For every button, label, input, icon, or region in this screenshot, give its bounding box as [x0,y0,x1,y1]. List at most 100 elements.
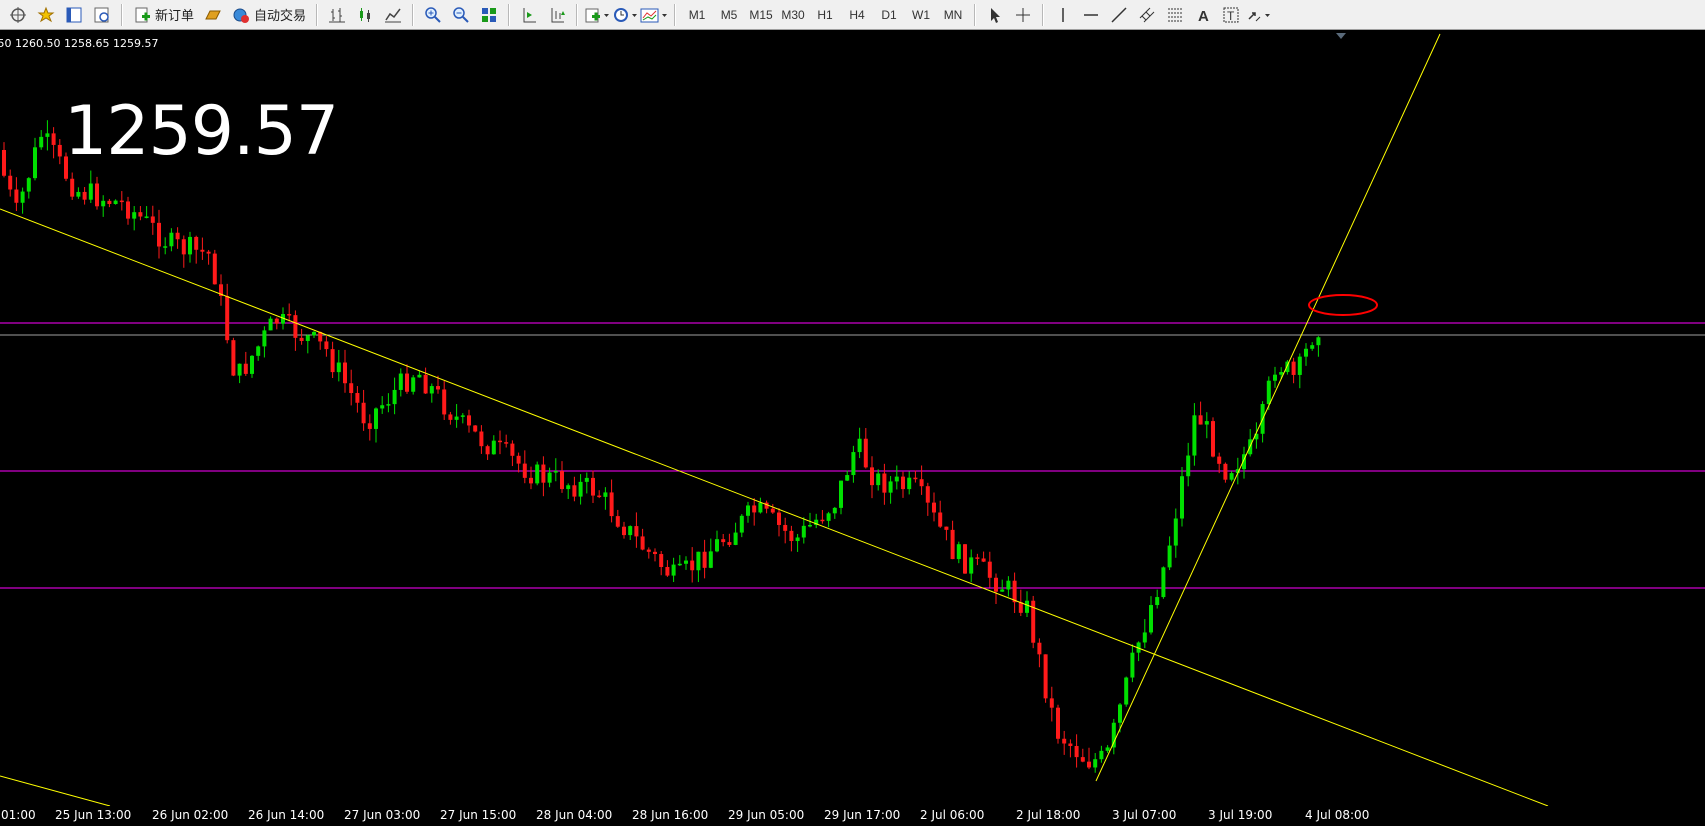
candle-body [33,147,37,179]
current-price-display: 1259.57 [64,92,339,171]
chart-shift-icon[interactable] [516,2,542,28]
candle-body [473,425,478,432]
periods-dropdown-icon[interactable] [612,2,638,28]
text-label-icon[interactable]: T [1218,2,1244,28]
candle-body [646,549,651,552]
candle-body [157,222,161,247]
text-tool-icon[interactable]: A [1190,2,1216,28]
candle-body [119,200,124,203]
candle-body [1198,415,1203,425]
candle-body [82,191,87,200]
new-order-label: 新订单 [155,8,195,23]
timeframe-w1-button[interactable]: W1 [906,2,936,28]
favorites-icon[interactable] [33,2,59,28]
candle-body [1266,380,1271,405]
candlestick-chart-icon[interactable] [352,2,378,28]
candle-body [882,473,887,493]
timeframe-d1-button[interactable]: D1 [874,2,904,28]
candle-body [1291,361,1296,375]
auto-trade-icon [233,8,250,23]
candle-body [386,404,391,406]
candle-body [88,183,93,200]
cursor-icon[interactable] [982,2,1008,28]
candle-body [919,479,924,487]
indicators-dropdown-icon[interactable] [584,2,610,28]
candle-body [1130,652,1135,678]
toolbar-separator [508,3,511,26]
candle-body [498,440,502,443]
market-watch-icon[interactable] [61,2,87,28]
fibonacci-retracement-icon[interactable] [1162,2,1188,28]
tile-windows-icon[interactable] [476,2,502,28]
new-order-button[interactable]: 新订单 [129,2,198,28]
line-chart-icon[interactable] [380,2,406,28]
time-axis-label: 25 Jun 13:00 [55,808,132,822]
zoom-in-icon[interactable] [420,2,446,28]
candle-body [1273,374,1277,381]
candle-body [175,232,180,240]
toolbar-separator [121,3,123,26]
toolbar-separator [576,3,579,26]
trendline-icon[interactable] [1106,2,1132,28]
crosshair-icon[interactable] [1010,2,1036,28]
candle-body [448,414,453,420]
candle-body [150,216,155,223]
candle-body [212,253,217,285]
candle-body [479,431,484,447]
vertical-line-icon[interactable] [1050,2,1076,28]
candle-body [1161,567,1166,598]
candle-body [405,373,409,392]
candle-body [535,464,540,484]
candle-body [1093,759,1098,768]
auto-scroll-icon[interactable] [544,2,570,28]
candle-body [1142,632,1147,643]
gold-bar-icon[interactable] [200,2,226,28]
timeframe-m15-button[interactable]: M15 [746,2,776,28]
timeframe-m30-button[interactable]: M30 [778,2,808,28]
horizontal-line-icon[interactable] [1078,2,1104,28]
time-axis-label: 2 Jul 06:00 [920,808,985,822]
candle-body [1217,456,1222,464]
candle-body [845,475,850,481]
candle-body [274,318,279,324]
arrows-dropdown-icon[interactable] [1246,2,1272,28]
candle-body [417,374,422,378]
candle-body [1087,761,1091,768]
candle-body [671,564,676,576]
candle-body [832,507,837,514]
candle-body [529,477,533,484]
zoom-out-icon[interactable] [448,2,474,28]
timeframe-h1-button[interactable]: H1 [810,2,840,28]
candle-body [1180,476,1184,519]
svg-text:A: A [1198,8,1209,24]
candle-body [194,236,199,250]
time-axis-label: 3 Jul 07:00 [1112,808,1177,822]
templates-dropdown-icon[interactable] [640,2,668,28]
bar-chart-icon[interactable] [324,2,350,28]
candle-body [969,557,974,574]
candle-body [975,557,980,559]
candle-body [504,442,509,444]
candle-body [231,340,236,376]
timeframe-m5-button[interactable]: M5 [714,2,744,28]
auto-trade-button[interactable]: 自动交易 [228,2,310,28]
candle-body [107,200,112,204]
candle-body [95,183,99,207]
candle-body [715,539,719,552]
candle-body [1012,580,1017,603]
timeframe-mn-button[interactable]: MN [938,2,968,28]
candle-body [733,532,738,545]
time-axis: 01:00 25 Jun 13:00 26 Jun 02:00 26 Jun 1… [0,806,1705,826]
timeframe-m1-button[interactable]: M1 [682,2,712,28]
candle-body [361,402,366,424]
candle-body [324,341,329,350]
candle-body [987,561,992,578]
candle-body [392,389,397,405]
crosshair-tool-icon[interactable] [5,2,31,28]
equidistant-channel-icon[interactable] [1134,2,1160,28]
navigator-icon[interactable] [89,2,115,28]
timeframe-h4-button[interactable]: H4 [842,2,872,28]
candle-body [454,416,459,420]
candle-body [485,446,490,455]
candle-body [907,477,912,490]
